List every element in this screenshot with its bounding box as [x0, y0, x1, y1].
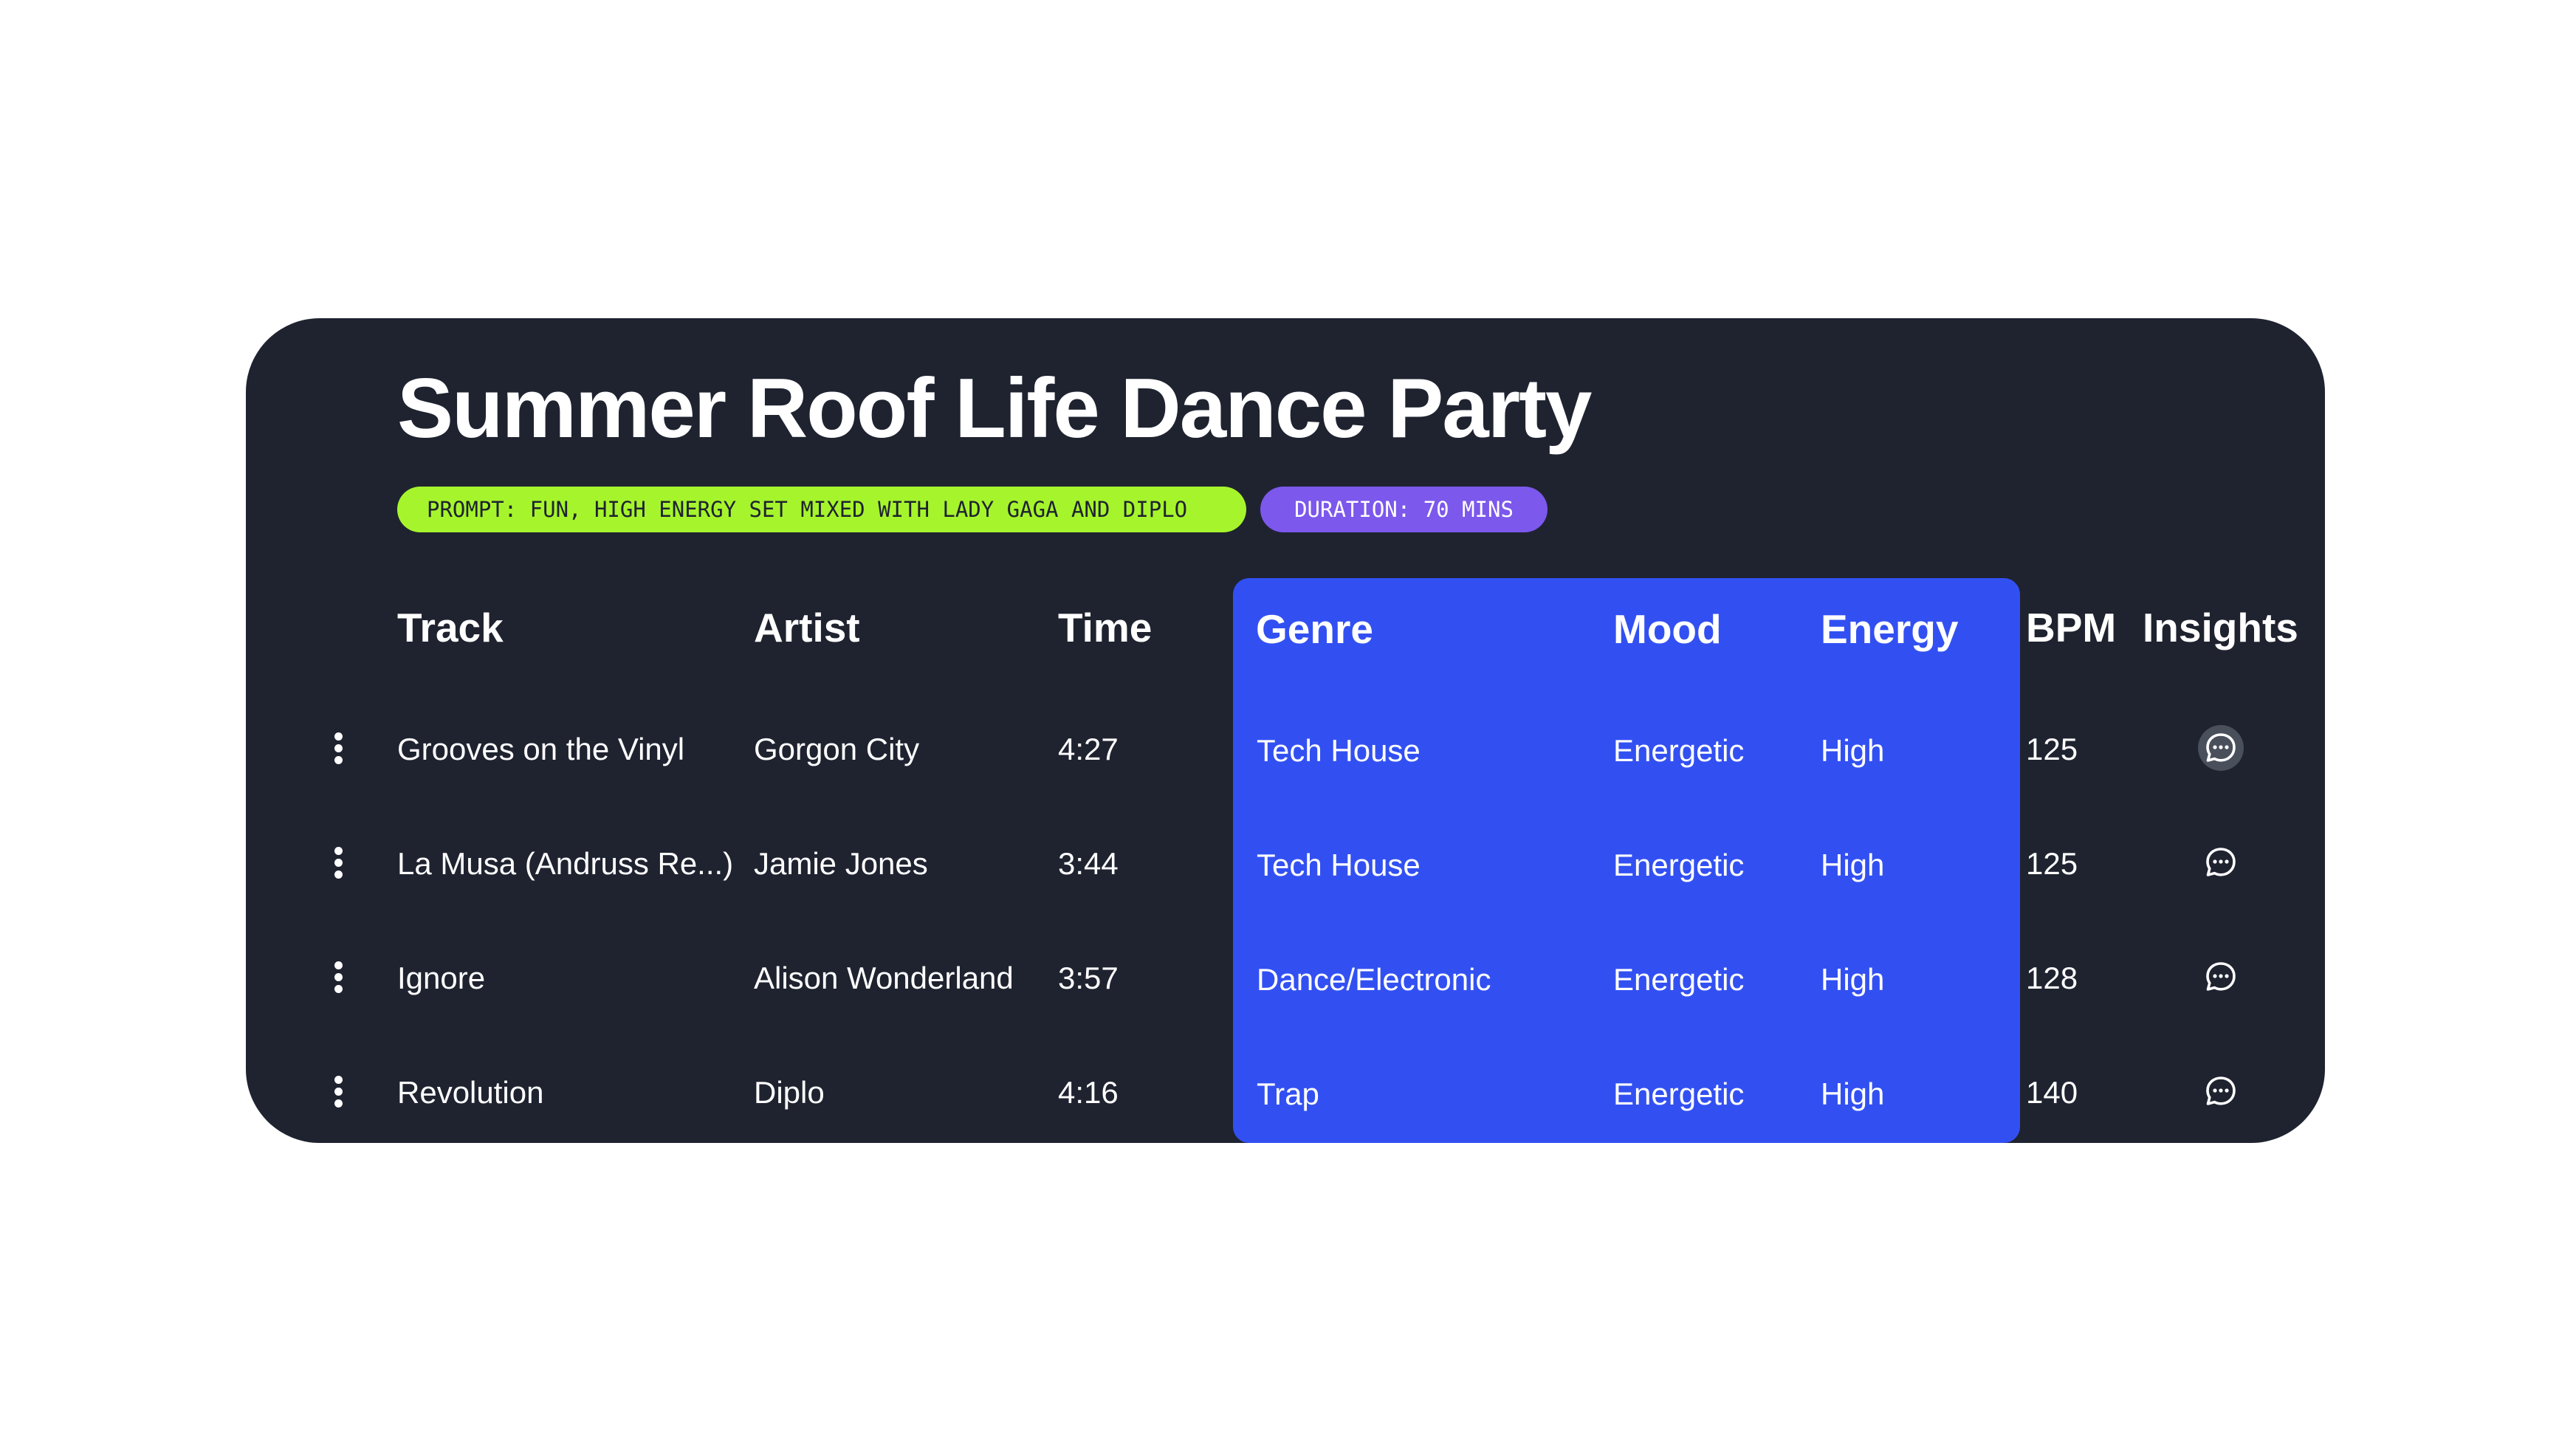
menu-dot — [334, 961, 343, 969]
menu-dot — [334, 1099, 343, 1108]
menu-dot — [334, 985, 343, 993]
column-header-energy[interactable]: Energy — [1821, 609, 1958, 650]
column-header-genre[interactable]: Genre — [1256, 609, 1373, 650]
column-header-track[interactable]: Track — [397, 608, 504, 648]
artist-name: Gorgon City — [754, 732, 920, 766]
column-header-time[interactable]: Time — [1058, 608, 1152, 648]
bpm-value: 128 — [2026, 961, 2078, 995]
more-vertical-icon[interactable] — [323, 727, 353, 771]
duration-badge: DURATION: 70 MINS — [1260, 487, 1548, 532]
genre-value: Trap — [1257, 1076, 1319, 1111]
track-title: Revolution — [397, 1075, 544, 1110]
artist-name: Jamie Jones — [754, 846, 928, 881]
energy-value: High — [1821, 962, 1885, 997]
mood-value: Energetic — [1613, 848, 1745, 882]
mood-value: Energetic — [1613, 1076, 1745, 1111]
column-header-insights[interactable]: Insights — [2143, 608, 2298, 648]
chat-bubble-icon[interactable] — [2198, 725, 2244, 771]
prompt-badge: PROMPT: FUN, HIGH ENERGY SET MIXED WITH … — [397, 487, 1246, 532]
track-time: 4:27 — [1058, 732, 1119, 766]
energy-value: High — [1821, 1076, 1885, 1111]
track-time: 4:16 — [1058, 1075, 1119, 1110]
column-header-mood[interactable]: Mood — [1613, 609, 1722, 650]
genre-value: Dance/Electronic — [1257, 962, 1491, 997]
more-vertical-icon[interactable] — [323, 841, 353, 885]
genre-value: Tech House — [1257, 733, 1421, 768]
column-header-bpm[interactable]: BPM — [2026, 608, 2116, 648]
mood-value: Energetic — [1613, 733, 1745, 768]
menu-dot — [334, 1076, 343, 1084]
chat-bubble-icon[interactable] — [2198, 954, 2244, 1000]
menu-dot — [334, 870, 343, 879]
artist-name: Diplo — [754, 1075, 825, 1110]
energy-value: High — [1821, 848, 1885, 882]
genre-value: Tech House — [1257, 848, 1421, 882]
menu-dot — [334, 973, 343, 981]
mood-value: Energetic — [1613, 962, 1745, 997]
menu-dot — [334, 847, 343, 855]
menu-dot — [334, 744, 343, 752]
playlist-title: Summer Roof Life Dance Party — [397, 362, 1592, 456]
menu-dot — [334, 859, 343, 867]
bpm-value: 125 — [2026, 732, 2078, 766]
track-time: 3:57 — [1058, 961, 1119, 995]
menu-dot — [334, 1088, 343, 1096]
menu-dot — [334, 756, 343, 764]
playlist-card: Summer Roof Life Dance Party PROMPT: FUN… — [246, 318, 2325, 1143]
column-header-artist[interactable]: Artist — [754, 608, 860, 648]
menu-dot — [334, 732, 343, 741]
track-time: 3:44 — [1058, 846, 1119, 881]
energy-value: High — [1821, 733, 1885, 768]
track-title: Grooves on the Vinyl — [397, 732, 685, 766]
bpm-value: 125 — [2026, 846, 2078, 881]
track-title: Ignore — [397, 961, 486, 995]
chat-bubble-icon[interactable] — [2198, 1068, 2244, 1114]
track-title: La Musa (Andruss Re...) — [397, 846, 734, 881]
bpm-value: 140 — [2026, 1075, 2078, 1110]
more-vertical-icon[interactable] — [323, 955, 353, 1000]
artist-name: Alison Wonderland — [754, 961, 1014, 995]
more-vertical-icon[interactable] — [323, 1070, 353, 1114]
chat-bubble-icon[interactable] — [2198, 839, 2244, 885]
